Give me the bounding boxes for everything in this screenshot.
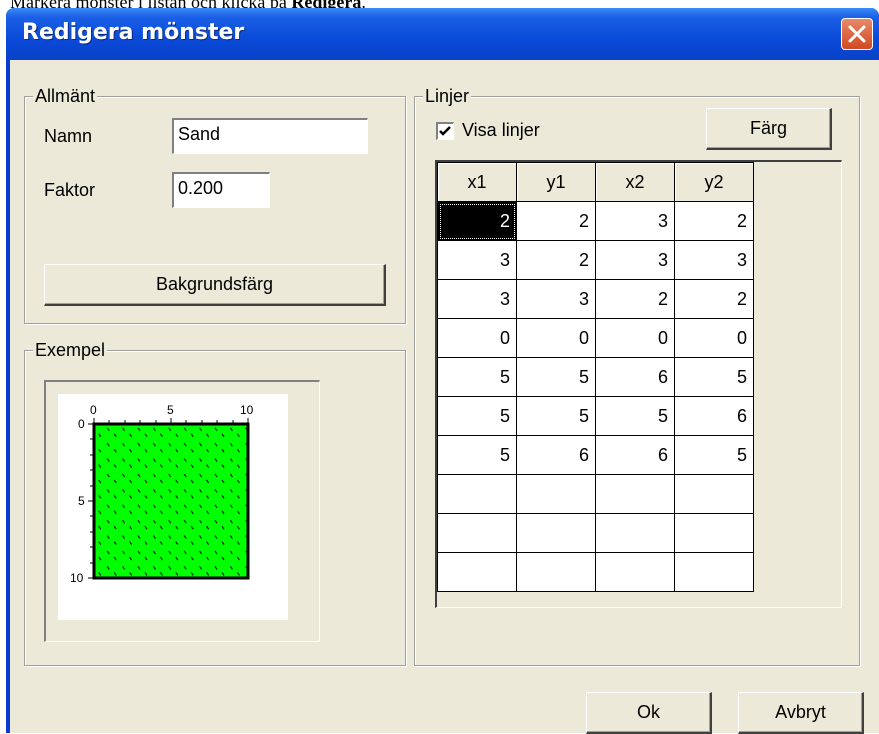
table-cell[interactable]: 3 bbox=[674, 240, 754, 280]
y-tick-10: 10 bbox=[70, 571, 84, 585]
example-preview-canvas: 0 5 10 0 5 10 bbox=[58, 394, 288, 620]
table-cell[interactable]: 5 bbox=[595, 396, 675, 436]
table-cell[interactable]: 5 bbox=[437, 435, 517, 475]
table-cell[interactable]: 5 bbox=[437, 396, 517, 436]
x-tick-10: 10 bbox=[240, 403, 254, 417]
table-row: 5 5 5 6 bbox=[437, 396, 754, 436]
table-cell[interactable]: 2 bbox=[674, 201, 754, 241]
checkmark-icon bbox=[439, 126, 451, 136]
table-cell[interactable]: 2 bbox=[674, 279, 754, 319]
example-group-label: Exempel bbox=[33, 340, 108, 361]
lines-group-label: Linjer bbox=[423, 86, 472, 107]
table-cell[interactable]: 3 bbox=[595, 240, 675, 280]
show-lines-label[interactable]: Visa linjer bbox=[462, 120, 540, 141]
table-row: 5 5 6 5 bbox=[437, 357, 754, 397]
table-cell[interactable] bbox=[595, 513, 675, 553]
table-row bbox=[437, 552, 754, 592]
table-row: 0 0 0 0 bbox=[437, 318, 754, 358]
name-input[interactable]: Sand bbox=[172, 118, 368, 154]
table-cell[interactable]: 5 bbox=[437, 357, 517, 397]
column-header[interactable]: x1 bbox=[437, 162, 517, 202]
table-cell[interactable]: 6 bbox=[674, 396, 754, 436]
show-lines-checkbox[interactable] bbox=[436, 122, 454, 140]
table-cell[interactable]: 3 bbox=[595, 201, 675, 241]
table-cell[interactable] bbox=[595, 474, 675, 514]
table-row: 5 6 6 5 bbox=[437, 435, 754, 475]
column-header[interactable]: y1 bbox=[516, 162, 596, 202]
example-preview-panel: 0 5 10 0 5 10 bbox=[44, 380, 320, 642]
close-button[interactable] bbox=[841, 18, 873, 50]
pattern-preview: 0 5 10 0 5 10 bbox=[70, 403, 254, 585]
color-button[interactable]: Färg bbox=[706, 108, 832, 150]
y-tick-0: 0 bbox=[78, 417, 85, 431]
y-tick-5: 5 bbox=[78, 494, 85, 508]
table-cell[interactable]: 6 bbox=[516, 435, 596, 475]
table-row bbox=[437, 513, 754, 553]
background-color-button[interactable]: Bakgrundsfärg bbox=[44, 264, 386, 306]
table-cell[interactable]: 3 bbox=[437, 279, 517, 319]
table-cell[interactable] bbox=[437, 513, 517, 553]
factor-input[interactable]: 0.200 bbox=[172, 172, 270, 208]
dialog-client-area: Allmänt Namn Sand Faktor 0.200 Bakgrunds… bbox=[10, 60, 879, 734]
dialog-window: Redigera mönster Allmänt Namn Sand Fakto… bbox=[6, 8, 879, 734]
factor-label: Faktor bbox=[44, 180, 96, 200]
table-cell[interactable]: 5 bbox=[516, 396, 596, 436]
name-label: Namn bbox=[44, 126, 93, 146]
table-cell[interactable] bbox=[437, 474, 517, 514]
table-cell[interactable]: 6 bbox=[595, 357, 675, 397]
table-cell[interactable]: 2 bbox=[595, 279, 675, 319]
table-cell[interactable]: 0 bbox=[516, 318, 596, 358]
table-row: 2 2 3 2 bbox=[437, 201, 754, 241]
table-cell[interactable] bbox=[674, 513, 754, 553]
table-row: 3 2 3 3 bbox=[437, 240, 754, 280]
table-cell[interactable] bbox=[595, 552, 675, 592]
x-tick-0: 0 bbox=[90, 403, 97, 417]
table-cell[interactable]: 5 bbox=[674, 435, 754, 475]
table-cell[interactable]: 0 bbox=[595, 318, 675, 358]
close-icon bbox=[848, 25, 866, 43]
cancel-button[interactable]: Avbryt bbox=[738, 692, 864, 734]
table-row bbox=[437, 474, 754, 514]
general-group-label: Allmänt bbox=[33, 86, 98, 107]
table-cell[interactable] bbox=[516, 513, 596, 553]
table-cell[interactable]: 3 bbox=[516, 279, 596, 319]
table-cell[interactable]: 2 bbox=[516, 240, 596, 280]
lines-grid[interactable]: x1 y1 x2 y2 2 2 3 2 3 2 3 3 3 3 2 2 0 0 … bbox=[435, 160, 842, 608]
table-cell[interactable]: 3 bbox=[437, 240, 517, 280]
table-cell[interactable]: 5 bbox=[674, 357, 754, 397]
table-cell[interactable] bbox=[516, 474, 596, 514]
lines-table: x1 y1 x2 y2 2 2 3 2 3 2 3 3 3 3 2 2 0 0 … bbox=[437, 162, 754, 592]
table-cell[interactable] bbox=[437, 552, 517, 592]
column-header[interactable]: y2 bbox=[674, 162, 754, 202]
table-cell[interactable]: 0 bbox=[674, 318, 754, 358]
table-row: 3 3 2 2 bbox=[437, 279, 754, 319]
table-cell[interactable]: 2 bbox=[516, 201, 596, 241]
table-cell[interactable] bbox=[516, 552, 596, 592]
table-cell[interactable]: 2 bbox=[437, 201, 517, 241]
title-bar[interactable]: Redigera mönster bbox=[6, 8, 879, 60]
column-header[interactable]: x2 bbox=[595, 162, 675, 202]
table-cell[interactable] bbox=[674, 474, 754, 514]
table-cell[interactable]: 6 bbox=[595, 435, 675, 475]
window-title: Redigera mönster bbox=[22, 20, 245, 45]
table-header-row: x1 y1 x2 y2 bbox=[437, 162, 754, 202]
table-cell[interactable] bbox=[674, 552, 754, 592]
ok-button[interactable]: Ok bbox=[586, 692, 712, 734]
table-cell[interactable]: 5 bbox=[516, 357, 596, 397]
x-tick-5: 5 bbox=[167, 403, 174, 417]
table-cell[interactable]: 0 bbox=[437, 318, 517, 358]
